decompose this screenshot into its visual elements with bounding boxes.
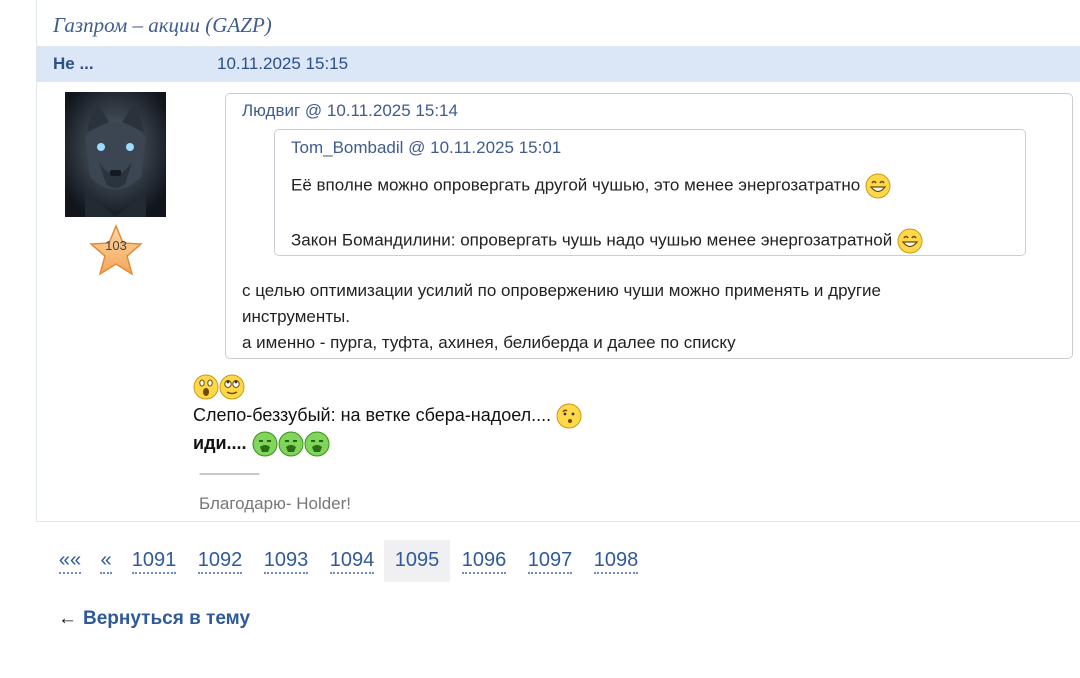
quote-inner-header[interactable]: Tom_Bombadil @ 10.11.2025 15:01: [291, 138, 561, 158]
laughing-smiley-icon: [865, 173, 891, 199]
post-panel: Газпром – акции (GAZP) Не ... 10.11.2025…: [36, 0, 1080, 522]
sick-smiley-icon: [252, 431, 278, 457]
quote-inner-line-1: Её вполне можно опровергать другой чушью…: [291, 173, 891, 199]
quote-outer-body: с целью оптимизации усилий по опровержен…: [242, 278, 881, 356]
post-header: Не ... 10.11.2025 15:15: [37, 47, 1080, 82]
reply-text-1: Слепо-беззубый: на ветке сбера-надоел...…: [193, 404, 552, 425]
quote-outer-header[interactable]: Людвиг @ 10.11.2025 15:14: [242, 101, 458, 121]
page-link-1098[interactable]: 1098: [586, 540, 646, 582]
quote-outer-line: инструменты.: [242, 307, 351, 326]
reply-line-1: Слепо-беззубый: на ветке сбера-надоел...…: [193, 403, 582, 429]
page-current-1095: 1095: [384, 540, 450, 582]
page-link-1091[interactable]: 1091: [124, 540, 184, 582]
post-date[interactable]: 10.11.2025 15:15: [217, 54, 348, 74]
page-link-1094[interactable]: 1094: [322, 540, 382, 582]
signature-separator: --------------------: [199, 466, 260, 480]
page-link-1097[interactable]: 1097: [520, 540, 580, 582]
back-to-topic-label: Вернуться в тему: [83, 608, 251, 629]
reply-line-2: иди....: [193, 431, 330, 457]
quote-inner-text-2: Закон Бомандилини: опровергать чушь надо…: [291, 230, 893, 250]
eye-rolling-smiley-icon: [219, 374, 245, 400]
prev-page-link[interactable]: «: [94, 540, 118, 582]
topic-title-link[interactable]: Газпром – акции (GAZP): [53, 13, 272, 38]
quote-inner-text-1: Её вполне можно опровергать другой чушью…: [291, 175, 861, 195]
reply-text-2: иди....: [193, 432, 247, 453]
sick-smiley-icon: [304, 431, 330, 457]
page-number: 1095: [394, 549, 440, 571]
reply-emoticons: [193, 374, 245, 402]
page-link-1093[interactable]: 1093: [256, 540, 316, 582]
topic-header: Газпром – акции (GAZP): [37, 0, 1080, 47]
page-number: 1098: [593, 549, 639, 574]
page-number: 1091: [131, 549, 177, 574]
back-to-topic-link[interactable]: ← Вернуться в тему: [58, 608, 250, 630]
avatar[interactable]: [65, 92, 166, 217]
quote-outer-line: а именно - пурга, туфта, ахинея, белибер…: [242, 333, 736, 352]
post-author[interactable]: Не ...: [53, 54, 94, 74]
rating-badge: 103: [89, 224, 143, 278]
quote-outer-line: с целью оптимизации усилий по опровержен…: [242, 281, 881, 300]
quote-inner-line-2: Закон Бомандилини: опровергать чушь надо…: [291, 228, 923, 254]
page-number: 1094: [329, 549, 375, 574]
wolf-avatar-image: [65, 92, 166, 217]
laughing-smiley-icon: [897, 228, 923, 254]
sick-smiley-icon: [278, 431, 304, 457]
arrow-left-icon: ←: [58, 608, 77, 629]
thinking-smiley-icon: [556, 403, 582, 429]
first-page-link[interactable]: ««: [52, 540, 88, 582]
rating-value: 103: [105, 238, 127, 253]
page-link-1096[interactable]: 1096: [454, 540, 514, 582]
page-number: 1093: [263, 549, 309, 574]
quote-inner: Tom_Bombadil @ 10.11.2025 15:01 Её вполн…: [274, 129, 1026, 256]
page-number: 1097: [527, 549, 573, 574]
page-number: 1096: [461, 549, 507, 574]
signature: Благодарю- Holder!: [199, 494, 352, 513]
quote-outer: Людвиг @ 10.11.2025 15:14 Tom_Bombadil @…: [225, 93, 1073, 359]
prev-page-label: «: [100, 549, 112, 574]
page-number: 1092: [197, 549, 243, 574]
page-link-1092[interactable]: 1092: [190, 540, 250, 582]
shocked-smiley-icon: [193, 374, 219, 400]
first-page-label: ««: [58, 549, 82, 574]
